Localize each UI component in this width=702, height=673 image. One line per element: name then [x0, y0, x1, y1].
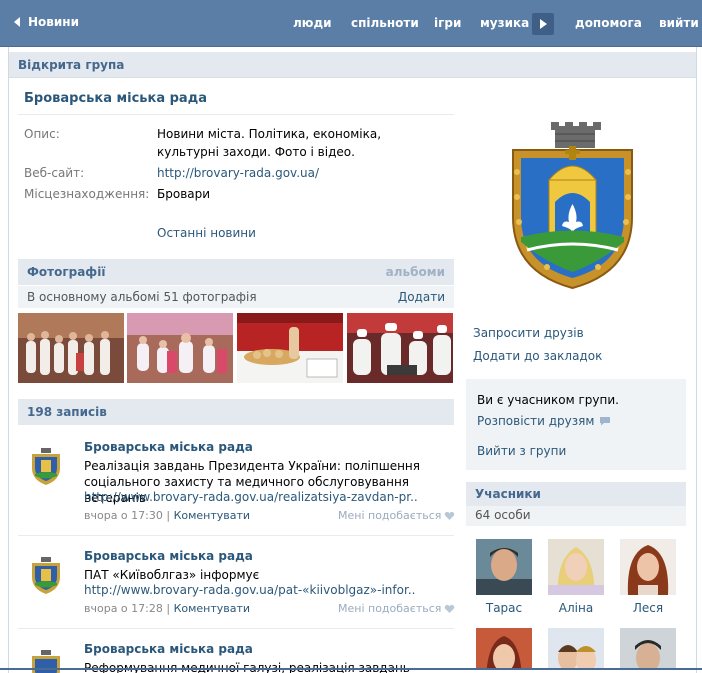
share-with-friends-link[interactable]: Розповісти друзям [477, 414, 611, 428]
nav-games[interactable]: ігри [434, 16, 461, 30]
post-link[interactable]: http://www.brovary-rada.gov.ua/pat-«kiiv… [84, 583, 444, 597]
play-icon [540, 19, 547, 29]
nav-help[interactable]: допомога [575, 16, 642, 30]
heart-icon [445, 511, 455, 520]
photos-header: Фотографії альбоми [18, 259, 454, 285]
member-name[interactable]: Леся [613, 601, 683, 615]
nav-communities[interactable]: спільноти [351, 16, 419, 30]
member-avatar[interactable] [548, 539, 604, 595]
back-to-news-link[interactable]: Новини [14, 15, 79, 29]
post-text: ПАТ «Київоблгаз» інформує [84, 568, 260, 582]
add-photo-link[interactable]: Додати [398, 290, 445, 304]
wall-posts-count[interactable]: 198 записів [27, 405, 107, 419]
invite-friends-link[interactable]: Запросити друзів [473, 326, 584, 340]
like-button[interactable]: Мені подобається [338, 602, 455, 615]
member-avatar[interactable] [476, 628, 532, 670]
group-avatar[interactable] [27, 446, 65, 486]
member-name[interactable]: Аліна [541, 601, 611, 615]
heart-icon [445, 604, 455, 613]
like-button[interactable]: Мені подобається [338, 509, 455, 522]
membership-box: Ви є учасником групи. Розповісти друзям … [466, 379, 686, 470]
photo-thumbnail[interactable] [18, 313, 124, 383]
member-avatar[interactable] [620, 628, 676, 670]
back-label: Новини [28, 15, 79, 29]
photo-thumbnail[interactable] [127, 313, 233, 383]
music-play-button[interactable] [532, 13, 554, 35]
group-type-label: Відкрита група [18, 58, 125, 72]
membership-status: Ви є учасником групи. [477, 393, 619, 407]
post-divider [18, 628, 454, 629]
bottom-border [0, 668, 702, 670]
post-divider [18, 535, 454, 536]
members-count: 64 особи [475, 508, 531, 522]
add-bookmark-link[interactable]: Додати до закладок [473, 349, 602, 363]
back-arrow-icon [14, 17, 20, 27]
member-avatar[interactable] [620, 539, 676, 595]
website-link[interactable]: http://brovary-rada.gov.ua/ [157, 164, 437, 182]
post-link[interactable]: http://www.brovary-rada.gov.ua/realizats… [84, 490, 444, 504]
albums-link[interactable]: альбоми [386, 265, 445, 279]
divider [18, 114, 454, 115]
speech-bubble-icon [600, 417, 611, 426]
location-label: Місцезнаходження: [24, 187, 150, 201]
photos-summary: В основному альбомі 51 фотографія [27, 290, 257, 304]
photo-thumbnail[interactable] [347, 313, 453, 383]
photo-thumbnail[interactable] [237, 313, 343, 383]
wall-header: 198 записів [18, 399, 454, 425]
nav-music[interactable]: музика [480, 16, 529, 30]
location-value: Бровари [157, 187, 211, 201]
website-label: Веб-сайт: [24, 166, 85, 180]
share-label: Розповісти друзям [477, 414, 595, 428]
latest-news-link[interactable]: Останні новини [157, 224, 437, 242]
photos-title[interactable]: Фотографії [27, 265, 105, 279]
post-text: Реформування медичної галузі, реалізація… [84, 661, 410, 673]
post-author[interactable]: Броварська міська рада [84, 549, 253, 563]
post-meta: вчора о 17:28 | Коментувати [84, 602, 251, 615]
description-value: Новини міста. Політика, економіка, культ… [157, 127, 382, 159]
frame-border-right [696, 47, 697, 673]
frame-border-left [8, 47, 9, 673]
like-label: Мені подобається [338, 509, 442, 522]
nav-logout[interactable]: вийти [659, 16, 699, 30]
comment-link[interactable]: Коментувати [174, 509, 251, 522]
member-avatar[interactable] [548, 628, 604, 670]
post-author[interactable]: Броварська міська рада [84, 440, 253, 454]
comment-link[interactable]: Коментувати [174, 602, 251, 615]
group-emblem-image[interactable] [505, 122, 640, 292]
post-time[interactable]: вчора о 17:30 [84, 509, 163, 522]
post-meta: вчора о 17:30 | Коментувати [84, 509, 251, 522]
post-time[interactable]: вчора о 17:28 [84, 602, 163, 615]
member-avatar[interactable] [476, 539, 532, 595]
nav-people[interactable]: люди [293, 16, 332, 30]
top-navigation-bar: Новини люди спільноти ігри музика допомо… [0, 0, 702, 47]
like-label: Мені подобається [338, 602, 442, 615]
photos-subheader: В основному альбомі 51 фотографія Додати [18, 286, 454, 308]
leave-group-link[interactable]: Вийти з групи [477, 444, 566, 458]
post-author[interactable]: Броварська міська рада [84, 642, 253, 656]
group-name: Броварська міська рада [24, 91, 207, 106]
description-label: Опис: [24, 127, 60, 141]
member-name[interactable]: Тарас [469, 601, 539, 615]
group-type-bar: Відкрита група [9, 52, 696, 78]
group-avatar[interactable] [27, 555, 65, 595]
members-header: Учасники [466, 482, 686, 506]
members-title[interactable]: Учасники [475, 487, 541, 501]
